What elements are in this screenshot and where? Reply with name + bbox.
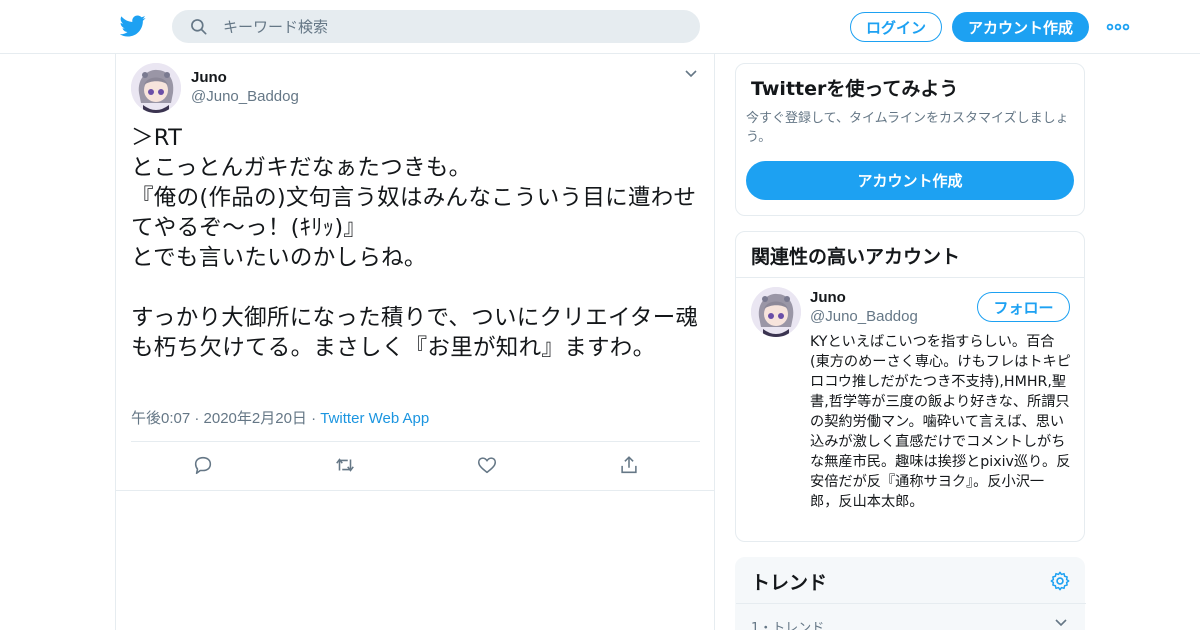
login-button[interactable]: ログイン [850,12,942,42]
signup-card: Twitterを使ってみよう 今すぐ登録して、タイムラインをカスタマイズしましょ… [735,63,1085,216]
trend-item-label[interactable]: 1・トレンド [751,617,824,630]
tweet-text: ＞RT とこっとんガキだなぁたつきも。 『俺の(作品の)文句言う奴はみんなこうい… [131,125,699,361]
divider [736,603,1086,604]
follow-button[interactable]: フォロー [977,292,1070,322]
avatar[interactable] [131,63,181,113]
account-name[interactable]: Juno [810,289,846,306]
trends-card: トレンド 1・トレンド [735,557,1086,630]
like-icon[interactable] [476,454,498,476]
chevron-down-icon[interactable] [1054,616,1068,630]
chevron-down-icon[interactable] [684,67,698,81]
signup-card-button[interactable]: アカウント作成 [746,161,1074,200]
tweet-column: Juno @Juno_Baddog ＞RT とこっとんガキだなぁたつきも。 『俺… [115,53,715,630]
avatar[interactable] [751,287,801,337]
tweet-meta: 午後0:07 · 2020年2月20日 · Twitter Web App [131,407,429,428]
trends-title: トレンド [751,572,828,594]
top-header: ログイン アカウント作成 [0,0,1200,54]
avatar-image [751,287,801,337]
related-accounts-title: 関連性の高いアカウント [751,246,961,268]
share-icon[interactable] [618,454,640,476]
account-handle[interactable]: @Juno_Baddog [810,308,918,325]
tweet-time[interactable]: 午後0:07 · 2020年2月20日 · [131,410,320,427]
divider [736,277,1084,278]
signup-button[interactable]: アカウント作成 [952,12,1089,42]
search-icon [191,19,207,35]
twitter-bird-icon[interactable] [120,13,146,39]
divider [131,441,700,442]
search-bar[interactable] [172,10,700,43]
author-name[interactable]: Juno [191,69,227,86]
retweet-icon[interactable] [334,454,356,476]
more-dots-icon[interactable] [1106,19,1130,35]
search-input[interactable] [223,17,683,37]
signup-card-title: Twitterを使ってみよう [751,78,959,100]
related-accounts-card: 関連性の高いアカウント Juno @Juno_Baddog フォロー KYといえ… [735,231,1085,542]
account-bio: KYといえばこいつを指すらしい。百合(東方のめーさく専心。けもフレはトキピロコウ… [810,334,1071,510]
avatar-image [131,63,181,113]
gear-icon[interactable] [1049,570,1071,592]
tweet: Juno @Juno_Baddog ＞RT とこっとんガキだなぁたつきも。 『俺… [116,53,715,491]
reply-icon[interactable] [192,454,214,476]
signup-card-subtitle: 今すぐ登録して、タイムラインをカスタマイズしましょう。 [746,111,1069,145]
author-handle[interactable]: @Juno_Baddog [191,88,299,105]
tweet-source-link[interactable]: Twitter Web App [320,410,429,427]
